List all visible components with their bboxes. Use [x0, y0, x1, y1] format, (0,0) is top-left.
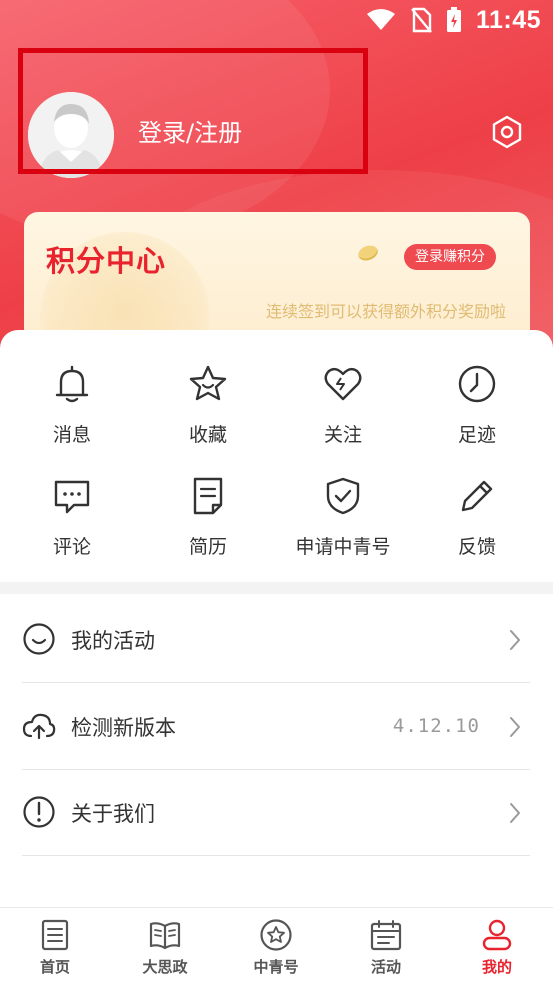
menu-my-activities[interactable]: 我的活动	[22, 597, 530, 683]
no-sim-icon	[411, 7, 432, 33]
tab-zhong-qing-hao[interactable]: 中青号	[221, 908, 331, 983]
bell-icon	[55, 365, 89, 403]
star-icon	[189, 365, 227, 401]
person-icon	[482, 919, 512, 951]
action-apply-zhongqing-account[interactable]: 申请中青号	[278, 476, 408, 576]
action-resume[interactable]: 简历	[143, 476, 273, 576]
action-label: 申请中青号	[295, 536, 391, 558]
tab-label: 中青号	[253, 958, 299, 976]
pencil-icon	[461, 480, 493, 512]
section-divider	[0, 582, 553, 594]
tab-label: 大思政	[142, 958, 188, 976]
action-messages[interactable]: 消息	[7, 364, 137, 464]
status-bar: 11:45	[0, 0, 553, 40]
smile-icon	[23, 623, 55, 655]
wifi-icon	[366, 9, 395, 30]
menu-label: 我的活动	[71, 629, 155, 653]
tab-home[interactable]: 首页	[0, 908, 110, 983]
login-highlight-box	[18, 48, 368, 174]
action-favorites[interactable]: 收藏	[143, 364, 273, 464]
action-label: 收藏	[188, 424, 227, 446]
action-label: 反馈	[457, 536, 496, 558]
login-earn-points-button[interactable]: 登录赚积分	[404, 244, 496, 270]
app-version: 4.12.10	[392, 715, 480, 737]
chevron-right-icon	[510, 630, 520, 650]
shield-check-icon	[326, 477, 360, 515]
action-label: 消息	[52, 424, 91, 446]
document-icon	[193, 477, 223, 515]
bottom-tab-bar: 首页 大思政 中青号 活动 我的	[0, 907, 553, 983]
tab-activities[interactable]: 活动	[331, 908, 441, 983]
action-follow[interactable]: 关注	[278, 364, 408, 464]
status-time: 11:45	[475, 5, 541, 34]
chevron-right-icon	[510, 717, 520, 737]
settings-button[interactable]	[489, 114, 525, 150]
star-badge-icon	[260, 919, 292, 951]
cloud-upload-icon	[22, 713, 56, 740]
action-label: 足迹	[457, 424, 496, 446]
menu-label: 关于我们	[71, 802, 155, 826]
points-tip: 连续签到可以获得额外积分奖励啦	[265, 302, 506, 321]
heart-icon	[324, 367, 362, 401]
battery-icon	[446, 7, 461, 32]
action-comments[interactable]: 评论	[7, 476, 137, 576]
menu-label: 检测新版本	[71, 716, 176, 740]
calendar-icon	[370, 920, 402, 951]
settings-hex-icon	[492, 115, 522, 149]
action-footprint[interactable]: 足迹	[412, 364, 542, 464]
tab-da-si-zheng[interactable]: 大思政	[110, 908, 220, 983]
coin-icon	[356, 243, 380, 263]
home-doc-icon	[41, 919, 69, 951]
points-center-title: 积分中心	[46, 244, 167, 278]
menu-about-us[interactable]: 关于我们	[22, 770, 530, 856]
menu-check-new-version[interactable]: 检测新版本 4.12.10	[22, 684, 530, 770]
action-label: 简历	[188, 536, 227, 558]
book-icon	[149, 922, 181, 950]
tab-label: 我的	[481, 958, 512, 976]
action-label: 关注	[323, 424, 362, 446]
clock-icon	[458, 365, 496, 403]
action-label: 评论	[52, 536, 91, 558]
tab-label: 活动	[370, 958, 401, 976]
info-icon	[23, 796, 55, 828]
action-feedback[interactable]: 反馈	[412, 476, 542, 576]
tab-mine[interactable]: 我的	[442, 908, 552, 983]
chevron-right-icon	[510, 803, 520, 823]
tab-label: 首页	[39, 958, 70, 976]
comment-icon	[54, 480, 90, 514]
